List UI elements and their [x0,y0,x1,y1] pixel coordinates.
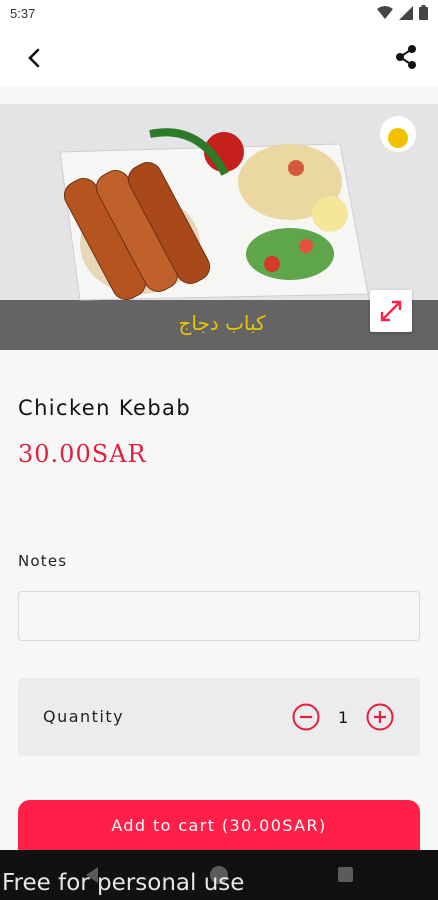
notes-input[interactable] [18,591,420,641]
status-bar: 5:37 [0,0,438,28]
signal-icon [399,5,413,20]
notes-label: Notes [18,552,68,570]
quantity-card: Quantity 1 [18,678,420,756]
share-icon [396,45,416,69]
add-to-cart-button[interactable]: Add to cart (30.00SAR) [18,800,420,850]
app-bar [0,28,438,86]
chevron-left-icon [28,48,40,68]
watermark-text: Free for personal use [2,870,245,896]
decrease-quantity-button[interactable] [292,703,320,731]
status-icons [377,5,428,20]
expand-image-button[interactable] [370,290,412,332]
quantity-value: 1 [338,708,349,727]
status-time: 5:37 [10,6,36,21]
share-button[interactable] [390,42,422,74]
minus-circle-icon [292,703,320,731]
product-title: Chicken Kebab [18,396,192,420]
battery-icon [419,5,428,20]
nav-recent-apps-icon[interactable] [338,867,353,882]
plus-circle-icon [366,703,394,731]
increase-quantity-button[interactable] [366,703,394,731]
quantity-label: Quantity [43,707,125,726]
back-button[interactable] [18,42,50,74]
expand-diagonal-icon [380,300,402,322]
product-price: 30.00SAR [18,440,147,468]
wifi-icon [377,5,393,19]
arabic-caption: كباب دجاج [178,311,266,335]
